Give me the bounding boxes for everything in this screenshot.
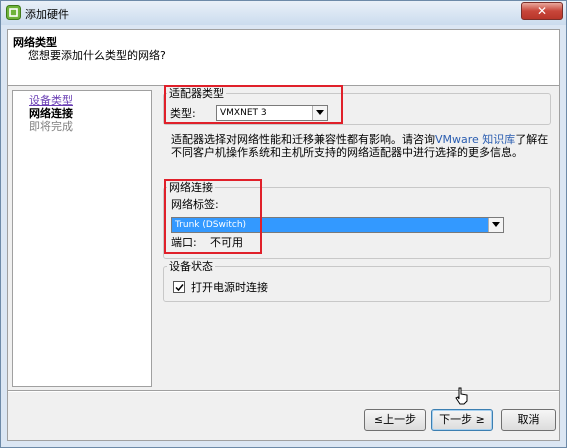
network-label-dropdown-button[interactable] — [488, 218, 503, 232]
step-network-connection: 网络连接 — [29, 107, 73, 120]
next-button[interactable]: 下一步 ≥ — [431, 409, 493, 431]
device-status-group-label: 设备状态 — [167, 260, 215, 273]
mouse-pointer-icon — [455, 387, 468, 405]
adapter-description: 适配器选择对网络性能和迁移兼容性都有影响。请咨询VMware 知识库了解在不同客… — [171, 133, 551, 159]
footer-divider — [8, 390, 559, 392]
add-hardware-window: 添加硬件 ✕ 网络类型 您想要添加什么类型的网络? 设备类型 网络连接 即将完成… — [0, 0, 567, 448]
connect-at-power-on-checkbox[interactable] — [173, 281, 185, 293]
wizard-client: 网络类型 您想要添加什么类型的网络? 设备类型 网络连接 即将完成 适配器类型 … — [7, 29, 560, 441]
step-ready-to-complete: 即将完成 — [29, 120, 73, 133]
wizard-steps-panel: 设备类型 网络连接 即将完成 — [12, 90, 152, 387]
description-text-1: 适配器选择对网络性能和迁移兼容性都有影响。请咨询 — [171, 133, 435, 146]
page-subtitle: 您想要添加什么类型的网络? — [28, 49, 166, 62]
checkmark-icon — [175, 284, 184, 292]
back-button[interactable]: ≤上一步 — [364, 409, 426, 431]
window-title: 添加硬件 — [25, 8, 69, 21]
vmware-app-icon — [6, 5, 21, 20]
vmware-kb-link[interactable]: VMware 知识库 — [435, 133, 515, 146]
network-connection-highlight-box — [164, 179, 262, 254]
step-device-type[interactable]: 设备类型 — [29, 94, 73, 107]
title-bar[interactable]: 添加硬件 ✕ — [1, 1, 566, 25]
chevron-down-icon — [492, 222, 500, 227]
adapter-type-highlight-box — [164, 85, 343, 124]
cancel-button[interactable]: 取消 — [501, 409, 556, 431]
close-button[interactable]: ✕ — [521, 2, 563, 20]
close-icon: ✕ — [536, 4, 548, 18]
wizard-header: 网络类型 您想要添加什么类型的网络? — [8, 30, 559, 86]
connect-at-power-on-label[interactable]: 打开电源时连接 — [191, 281, 268, 294]
